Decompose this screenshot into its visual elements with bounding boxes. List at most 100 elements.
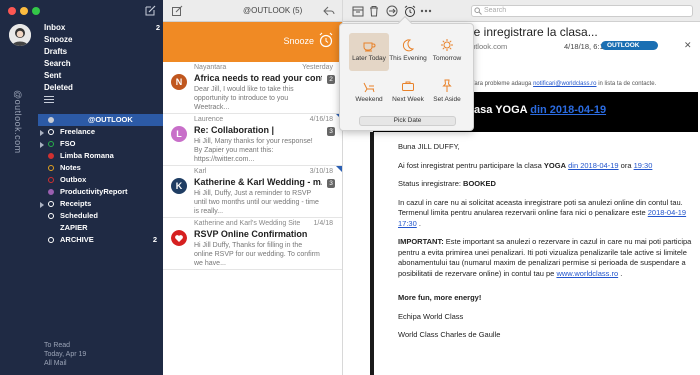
banner-date-link[interactable]: din 2018-04-19 — [530, 104, 606, 116]
snooze-clock-icon[interactable] — [404, 5, 416, 17]
zoom-window-button[interactable] — [32, 7, 40, 15]
folder-item[interactable]: FSO — [38, 138, 163, 150]
close-window-button[interactable] — [8, 7, 16, 15]
archive-icon[interactable] — [352, 5, 364, 17]
snooze-option-next-week[interactable]: Next Week — [388, 74, 428, 112]
menu-item-label: Search — [44, 59, 71, 68]
option-label: Later Today — [352, 55, 386, 62]
folder-item[interactable]: ZAPIER — [38, 222, 163, 234]
menu-item-search[interactable]: Search — [44, 58, 160, 70]
briefcase-icon — [402, 81, 414, 91]
folder-item[interactable]: Receipts — [38, 198, 163, 210]
coffee-cup-icon — [363, 42, 376, 52]
option-label: Set Aside — [433, 96, 461, 103]
class-date-link[interactable]: din 2018-04-19 — [568, 161, 618, 170]
lounge-chair-icon — [363, 82, 375, 93]
moon-icon — [402, 39, 415, 52]
thread-count-badge: 3 — [327, 179, 335, 188]
class-time-link[interactable]: 19:30 — [634, 161, 653, 170]
menu-item-deleted[interactable]: Deleted — [44, 82, 160, 94]
search-input[interactable]: Search — [471, 5, 693, 17]
compose-icon[interactable] — [143, 4, 157, 18]
menu-item-sent[interactable]: Sent — [44, 70, 160, 82]
unread-count: 2 — [155, 23, 160, 32]
disclosure-triangle-icon[interactable] — [40, 142, 44, 148]
menu-item-label: Deleted — [44, 83, 73, 92]
message-row[interactable]: Katherine and Karl's Wedding Site 1/4/18… — [163, 218, 342, 270]
snooze-option-this-evening[interactable]: This Evening — [388, 33, 428, 71]
folder-label: ProductivityReport — [60, 187, 128, 196]
folder-item[interactable]: Outbox — [38, 174, 163, 186]
unread-count: 2 — [152, 235, 157, 244]
search-icon — [474, 7, 482, 15]
message-row[interactable]: N Nayantara Yesterday Africa needs to re… — [163, 62, 342, 114]
message-date: Yesterday — [302, 64, 333, 71]
folder-list: Freelance FSO Limba Romana Notes Outbox … — [38, 126, 163, 246]
list-toolbar: @OUTLOOK (5) — [163, 0, 342, 22]
pick-date-button[interactable]: Pick Date — [359, 116, 456, 126]
menu-item-label: Sent — [44, 71, 62, 80]
close-icon[interactable]: ✕ — [684, 40, 692, 51]
body-text: ora — [620, 160, 632, 170]
footer-today[interactable]: Today, Apr 19 — [44, 350, 86, 359]
folder-label: Freelance — [60, 127, 96, 136]
move-icon[interactable] — [386, 5, 398, 17]
mailbox-menu: Inbox 2 Snooze Drafts Search Sent Deleted — [44, 22, 160, 94]
disclosure-triangle-icon[interactable] — [40, 202, 44, 208]
folder-label: Notes — [60, 163, 81, 172]
status-label: Status inregistrare: — [398, 179, 461, 188]
trash-icon[interactable] — [368, 5, 380, 17]
account-email-label: @outlook.com — [13, 90, 23, 154]
snooze-option-set-aside[interactable]: Set Aside — [427, 74, 467, 112]
reply-icon[interactable] — [323, 5, 335, 17]
footer-to-read[interactable]: To Read — [44, 341, 86, 350]
pushpin-icon — [442, 79, 452, 92]
snooze-label: Snooze — [283, 36, 314, 46]
folder-item[interactable]: Freelance — [38, 126, 163, 138]
folder-color-dot-icon — [48, 237, 54, 243]
option-label: Next Week — [392, 96, 424, 103]
notice-email-link[interactable]: notificari@worldclass.ro — [533, 81, 596, 87]
menu-item-snooze[interactable]: Snooze — [44, 34, 160, 46]
message-row[interactable]: L Laurence 4/16/18 Re: Collaboration | H… — [163, 114, 342, 166]
folder-item[interactable]: ProductivityReport — [38, 186, 163, 198]
important-label: IMPORTANT: — [398, 237, 444, 246]
folder-item[interactable]: ARCHIVE 2 — [38, 234, 163, 246]
snooze-option-tomorrow[interactable]: Tomorrow — [427, 33, 467, 71]
message-date: 4/16/18 — [309, 116, 333, 123]
more-options-icon[interactable] — [420, 5, 432, 17]
account-badge: OUTLOOK — [601, 41, 658, 50]
snooze-option-later-today[interactable]: Later Today — [349, 33, 389, 71]
message-row[interactable]: K Karl 3/10/18 Katherine & Karl Wedding … — [163, 166, 342, 218]
message-subject: Katherine & Karl Wedding - m... — [194, 177, 322, 187]
folder-label: Receipts — [60, 199, 92, 208]
compose-icon[interactable] — [171, 5, 183, 17]
user-avatar[interactable] — [9, 24, 31, 46]
snooze-popover: Later Today This Evening Tomorrow Weeken… — [339, 15, 474, 131]
snooze-bar[interactable]: Snooze — [163, 22, 342, 62]
website-link[interactable]: www.worldclass.ro — [556, 269, 618, 278]
sidebar-footer: To Read Today, Apr 19 All Mail — [44, 341, 86, 368]
folder-label: Scheduled — [60, 211, 98, 220]
message-preview: Hi Jill, Many thanks for your response! … — [194, 138, 313, 163]
snooze-option-weekend[interactable]: Weekend — [349, 74, 389, 112]
footer-all-mail[interactable]: All Mail — [44, 359, 86, 368]
energy-line: More fun, more energy! — [398, 293, 692, 304]
sender-avatar: L — [171, 126, 187, 142]
disclosure-triangle-icon[interactable] — [40, 130, 44, 136]
sender-avatar: K — [171, 178, 187, 194]
menu-item-drafts[interactable]: Drafts — [44, 46, 160, 58]
message-date: 3/10/18 — [309, 168, 333, 175]
folder-item[interactable]: Limba Romana — [38, 150, 163, 162]
minimize-window-button[interactable] — [20, 7, 28, 15]
folder-item[interactable]: Notes — [38, 162, 163, 174]
folder-color-dot-icon — [48, 177, 54, 183]
folder-color-dot-icon — [48, 129, 54, 135]
menu-item-inbox[interactable]: Inbox 2 — [44, 22, 160, 34]
option-label: Tomorrow — [432, 55, 462, 62]
hamburger-menu-icon[interactable] — [44, 96, 54, 104]
account-row[interactable]: @OUTLOOK — [38, 114, 163, 126]
folder-item[interactable]: Scheduled — [38, 210, 163, 222]
message-subject: RSVP Online Confirmation — [194, 229, 308, 239]
message-list-pane: @OUTLOOK (5) Snooze N Nayantara Yesterda… — [163, 0, 343, 375]
